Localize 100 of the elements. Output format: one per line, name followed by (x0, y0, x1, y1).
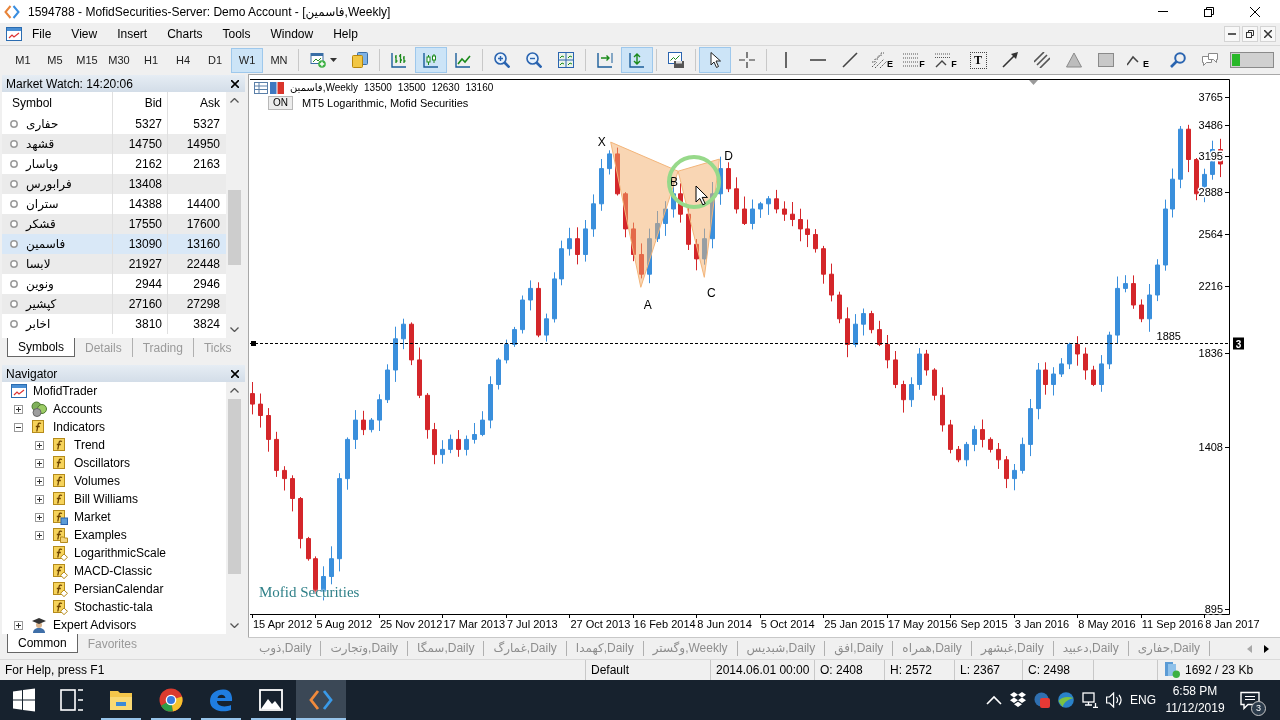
tree-item[interactable]: Stochastic-tala (74, 600, 153, 614)
date-label: 5 Aug 2012 (316, 618, 373, 630)
tab[interactable]: Common (7, 634, 78, 653)
function-icon (52, 455, 68, 471)
tree-item[interactable]: Oscillators (74, 456, 130, 470)
clock-time[interactable]: 6:58 PM (1172, 683, 1218, 700)
table-icon[interactable] (254, 81, 268, 94)
timeframe-button[interactable]: M15 (71, 47, 103, 73)
tree-item[interactable]: PersianCalendar (74, 582, 164, 596)
ask-price: 14400 (185, 196, 221, 213)
minimize-button[interactable] (1224, 26, 1240, 42)
tree-item[interactable]: MACD-Classic (74, 564, 152, 578)
date-label: 3 Jan 2016 (1014, 618, 1070, 630)
tree-item[interactable]: Examples (74, 528, 127, 542)
column-header[interactable]: Bid (113, 92, 168, 114)
wave-tool-button[interactable]: E (1122, 47, 1154, 73)
speaker-icon[interactable] (1106, 692, 1122, 708)
menu-item[interactable]: Help (323, 24, 368, 44)
menu-item[interactable]: File (22, 24, 62, 44)
function-icon (52, 473, 68, 489)
shift-marker-icon[interactable] (1029, 80, 1038, 85)
network-icon[interactable] (1082, 692, 1098, 708)
tree-item[interactable]: Market (74, 510, 111, 524)
scroll-thumb[interactable] (228, 399, 241, 574)
dotted-fan-icon (935, 52, 952, 68)
auto-scroll-button[interactable] (621, 47, 653, 73)
timeframe-button[interactable]: H1 (135, 47, 167, 73)
windows-logo-icon (12, 688, 36, 712)
fan-tool-button[interactable]: F (930, 47, 962, 73)
scroll-right-icon[interactable] (1264, 644, 1269, 653)
symbol-name: لابسا (26, 257, 51, 271)
menu-item[interactable]: Charts (157, 24, 213, 44)
rectangle-icon (1098, 52, 1114, 68)
expand-icon[interactable] (14, 404, 23, 414)
timeframe-button[interactable]: M1 (7, 47, 39, 73)
expand-icon[interactable] (35, 440, 44, 450)
function-folder-icon (52, 527, 68, 543)
globe-icon[interactable] (1058, 692, 1074, 708)
column-header[interactable]: Ask (168, 92, 226, 114)
column-header[interactable]: Symbol (2, 92, 113, 114)
text-label-button[interactable]: T (962, 47, 994, 73)
language-indicator[interactable]: ENG (1126, 693, 1160, 707)
trade-panel-icon[interactable] (270, 81, 284, 94)
chevron-up-icon[interactable] (230, 388, 239, 393)
message-icon[interactable] (1240, 690, 1260, 710)
chevron-down-icon[interactable] (230, 327, 239, 332)
menu-item[interactable]: Tools (212, 24, 261, 44)
tab[interactable]: Symbols (7, 338, 75, 357)
app-badge-icon[interactable] (1034, 692, 1050, 708)
cursor-button[interactable] (699, 47, 731, 73)
timeframe-button[interactable]: MN (263, 47, 295, 73)
tree-item[interactable]: Accounts (53, 402, 103, 416)
expand-icon[interactable] (35, 476, 44, 486)
clock-date[interactable]: 11/12/2019 (1165, 700, 1225, 717)
menu-item[interactable]: View (61, 24, 108, 44)
levels-tool-button[interactable]: F (898, 47, 930, 73)
close-button[interactable] (230, 78, 240, 89)
price-label: 3765 (1198, 91, 1223, 104)
timeframe-button[interactable]: M5 (39, 47, 71, 73)
date-label: 27 Oct 2013 (570, 618, 631, 630)
timeframe-button[interactable]: W1 (231, 47, 263, 73)
parallel-lines-icon (1034, 52, 1050, 68)
status-ring-icon (10, 240, 18, 248)
close-icon (231, 79, 239, 88)
tree-item[interactable]: Indicators (53, 420, 106, 434)
status-ring-icon (10, 260, 18, 268)
diamonds-icon[interactable] (1010, 692, 1026, 708)
timeframe-button[interactable]: H4 (167, 47, 199, 73)
indicator-toggle-button[interactable]: ON (268, 96, 293, 110)
candlesticks-button[interactable] (415, 47, 447, 73)
menu-item[interactable]: Insert (107, 24, 158, 44)
channel-tool-button[interactable]: E (866, 47, 898, 73)
tree-item[interactable]: LogarithmicScale (74, 546, 167, 560)
tree-item[interactable]: Volumes (74, 474, 121, 488)
tree-item[interactable]: MofidTrader (33, 384, 98, 398)
panel-title: Navigator (6, 366, 58, 381)
chevron-up-icon[interactable] (230, 98, 239, 103)
expand-icon[interactable] (14, 620, 23, 630)
symbol-name: کپشیر (26, 297, 57, 311)
symbol-name: فاسمین (26, 237, 66, 251)
expand-icon[interactable] (35, 512, 44, 522)
dotted-lines-icon (903, 52, 920, 68)
scroll-thumb[interactable] (228, 190, 241, 265)
collapse-icon[interactable] (14, 422, 23, 432)
expand-icon[interactable] (35, 530, 44, 540)
tree-item[interactable]: Trend (74, 438, 105, 452)
expand-icon[interactable] (35, 494, 44, 504)
symbol-name: اخابر (26, 317, 51, 331)
circle-logo-icon (159, 688, 183, 712)
expand-icon[interactable] (35, 458, 44, 468)
restore-button[interactable] (1242, 26, 1258, 42)
timeframe-button[interactable]: D1 (199, 47, 231, 73)
indicator-name: MT5 Logarithmic, Mofid Securities (302, 97, 469, 109)
timeframe-button[interactable]: M30 (103, 47, 135, 73)
close-button[interactable] (230, 368, 240, 379)
tree-item[interactable]: Expert Advisors (53, 618, 137, 632)
cursor-icon (707, 52, 723, 68)
menu-item[interactable]: Window (260, 24, 324, 44)
tree-item[interactable]: Bill Williams (74, 492, 138, 506)
chevron-down-icon[interactable] (230, 623, 239, 628)
